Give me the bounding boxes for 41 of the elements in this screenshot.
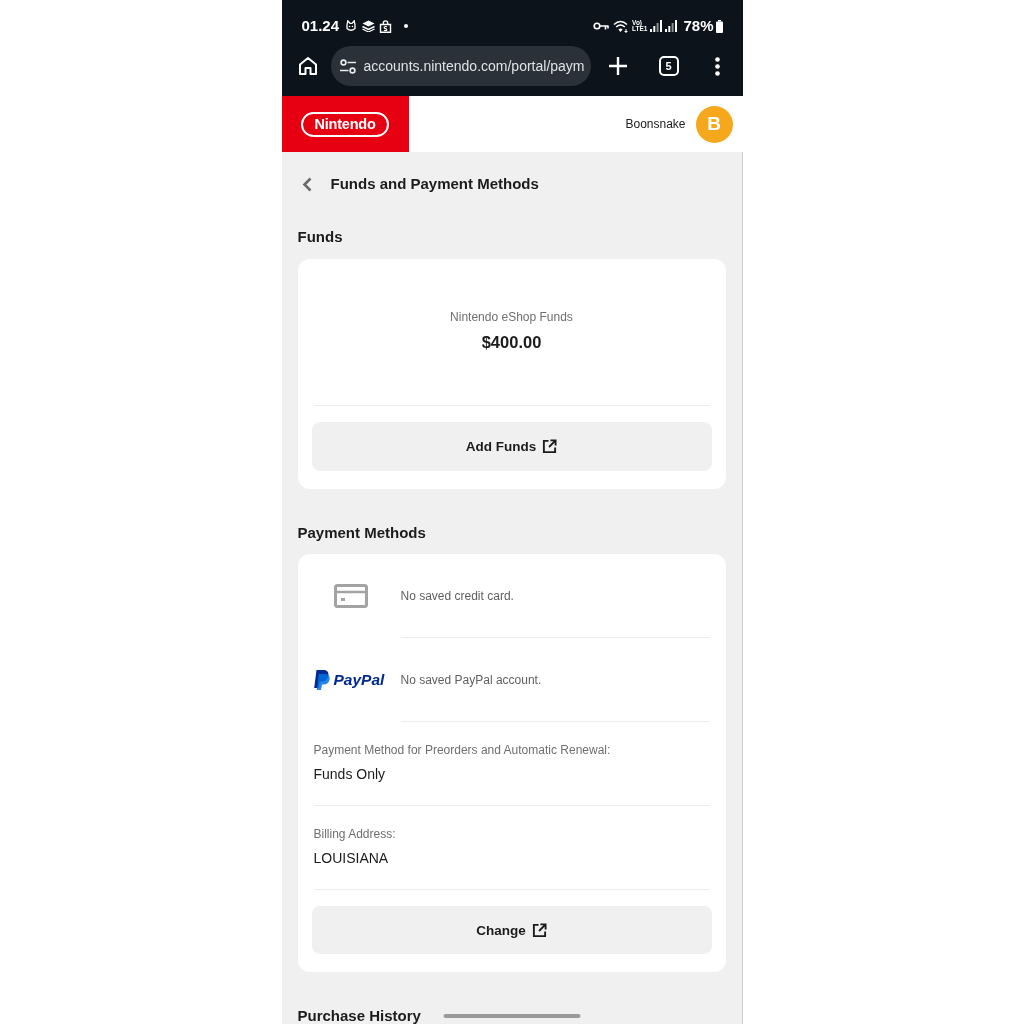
detail-value: LOUISIANA [313, 849, 389, 867]
wifi-icon [613, 19, 630, 33]
status-time: 01.24 [301, 17, 340, 35]
more-menu-icon[interactable] [715, 56, 720, 76]
new-tab-icon[interactable] [608, 57, 627, 75]
animal-face-icon [346, 20, 357, 32]
battery-icon [715, 19, 723, 33]
p-logo-icon [313, 670, 330, 690]
tab-count-button[interactable]: 5 [658, 56, 679, 76]
section-heading: Purchase History [297, 1007, 421, 1024]
battery-percentage: 78% [683, 17, 714, 35]
nintendo-logo[interactable]: Nintendo [301, 111, 389, 137]
section-heading: Payment Methods [297, 524, 426, 542]
shopping-bag-icon [379, 19, 393, 33]
address-bar[interactable]: accounts.nintendo.com/portal/paym [330, 46, 591, 86]
change-button[interactable]: Change [311, 906, 712, 954]
detail-value: Funds Only [313, 765, 386, 783]
funds-amount: $400.00 [481, 332, 542, 353]
external-link-icon [542, 439, 558, 454]
add-funds-button[interactable]: Add Funds [311, 422, 712, 471]
notification-dot-icon [404, 24, 409, 28]
signal-icon [665, 20, 678, 32]
payment-method-status: No saved credit card. [400, 587, 514, 604]
signal-icon [650, 20, 663, 32]
external-link-icon [531, 922, 547, 938]
username: Boonsnake [625, 116, 686, 132]
paypal-wordmark: PayPal [333, 671, 385, 689]
site-settings-icon[interactable] [339, 58, 356, 74]
detail-label: Billing Address: [313, 826, 396, 842]
section-heading: Funds [297, 228, 343, 246]
home-icon[interactable] [297, 56, 318, 76]
back-icon[interactable] [301, 176, 312, 192]
url-text: accounts.nintendo.com/portal/paym [363, 57, 585, 75]
credit-card-icon [333, 584, 368, 608]
payment-method-status: No saved PayPal account. [400, 671, 542, 688]
navigation-handle[interactable] [443, 1014, 581, 1018]
stacked-layers-icon [362, 20, 376, 32]
page-title: Funds and Payment Methods [330, 175, 539, 193]
funds-label: Nintendo eShop Funds [450, 309, 573, 325]
key-icon [593, 22, 610, 30]
detail-label: Payment Method for Preorders and Automatic Renewal: [313, 742, 611, 758]
